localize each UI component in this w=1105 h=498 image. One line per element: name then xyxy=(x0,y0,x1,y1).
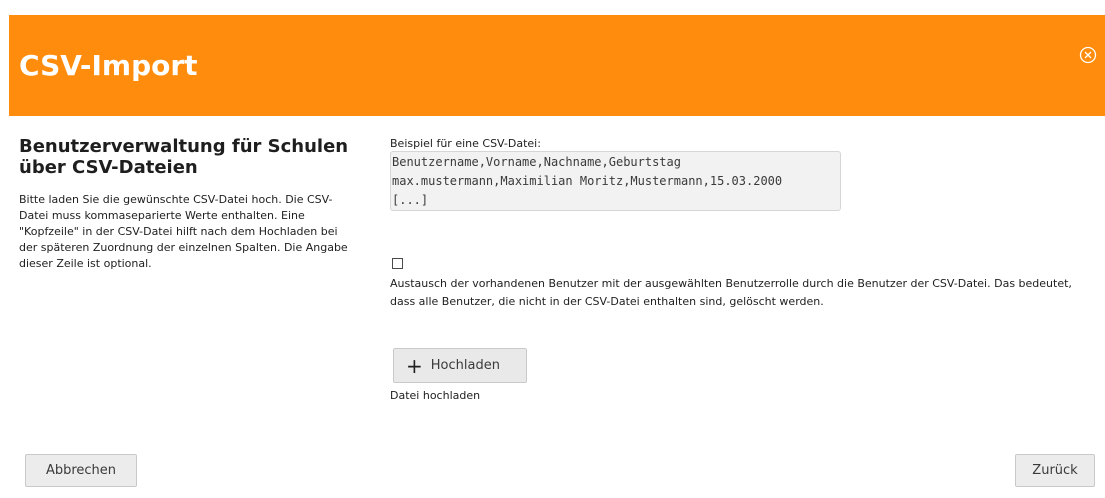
upload-button[interactable]: + Hochladen xyxy=(393,348,527,383)
cancel-button[interactable]: Abbrechen xyxy=(25,454,137,487)
info-panel: Benutzerverwaltung für Schulen über CSV-… xyxy=(19,136,359,272)
csv-example-line: max.mustermann,Maximilian Moritz,Musterm… xyxy=(392,174,783,188)
close-icon[interactable] xyxy=(1079,46,1097,64)
csv-example-line: Benutzername,Vorname,Nachname,Geburtstag xyxy=(392,155,681,169)
dialog-header: CSV-Import xyxy=(9,15,1105,116)
upload-button-label: Hochladen xyxy=(430,358,500,373)
import-form: Beispiel für eine CSV-Datei: Benutzernam… xyxy=(390,137,1090,402)
replace-users-label: Austausch der vorhandenen Benutzer mit d… xyxy=(390,277,1072,308)
dialog-title: CSV-Import xyxy=(19,49,198,82)
replace-users-checkbox[interactable] xyxy=(392,258,403,269)
csv-example-box: Benutzername,Vorname,Nachname,Geburtstag… xyxy=(390,151,841,211)
csv-import-dialog: CSV-Import Benutzerverwaltung für Schule… xyxy=(0,0,1105,498)
back-button[interactable]: Zurück xyxy=(1015,454,1095,487)
plus-icon: + xyxy=(406,353,423,378)
csv-example-line: [...] xyxy=(392,193,429,207)
section-heading: Benutzerverwaltung für Schulen über CSV-… xyxy=(19,136,349,178)
section-description: Bitte laden Sie die gewünschte CSV-Datei… xyxy=(19,193,348,270)
upload-hint: Datei hochladen xyxy=(390,389,481,402)
example-label: Beispiel für eine CSV-Datei: xyxy=(390,137,541,150)
